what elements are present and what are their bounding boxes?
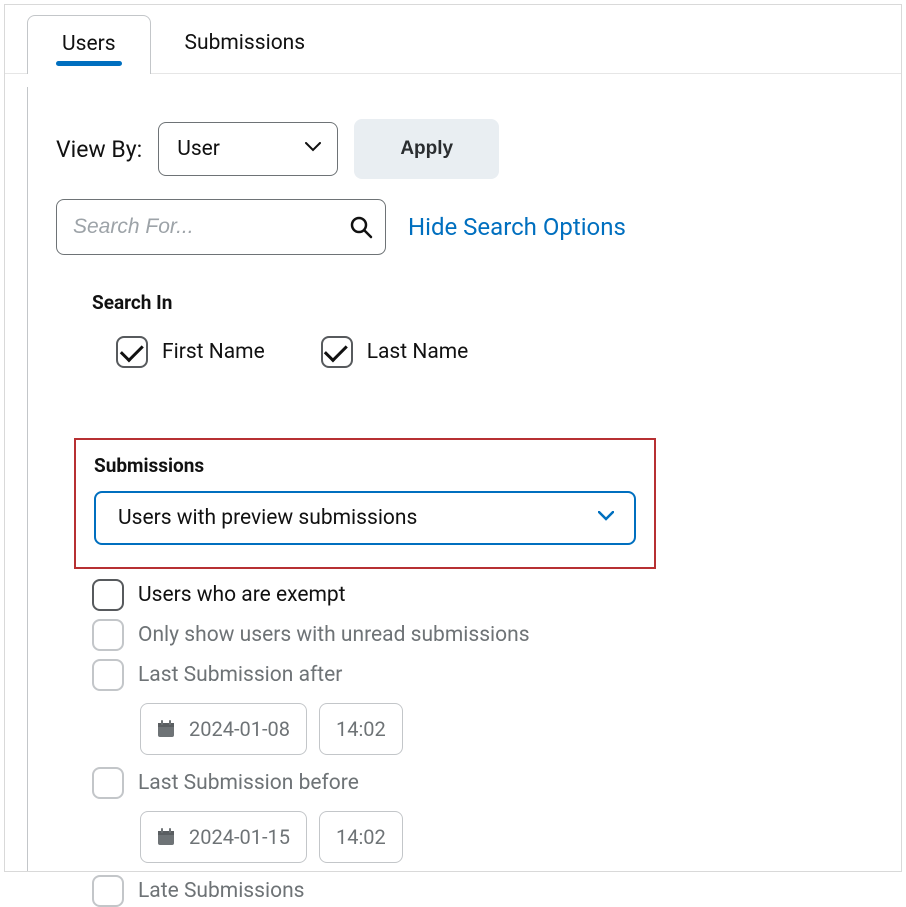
- before-date-row: 2024-01-15 14:02: [92, 811, 873, 863]
- filter-before: Last Submission before: [92, 767, 873, 799]
- tab-submissions[interactable]: Submissions: [151, 15, 340, 74]
- after-date-value: 2024-01-08: [189, 717, 290, 741]
- late-label: Late Submissions: [138, 879, 305, 903]
- search-row: Hide Search Options: [56, 199, 873, 255]
- hide-search-options-link[interactable]: Hide Search Options: [408, 213, 626, 241]
- after-date-row: 2024-01-08 14:02: [92, 703, 873, 755]
- last-name-option: Last Name: [321, 336, 469, 368]
- first-name-option: First Name: [116, 336, 265, 368]
- submissions-select[interactable]: Users with preview submissions: [94, 491, 636, 545]
- filter-exempt: Users who are exempt: [92, 579, 873, 611]
- tab-users[interactable]: Users: [27, 15, 151, 74]
- calendar-icon: [157, 828, 175, 846]
- chevron-down-icon: [598, 511, 612, 525]
- filter-after: Last Submission after: [92, 659, 873, 691]
- submissions-label: Submissions: [94, 454, 636, 477]
- tabs-bar: Users Submissions: [5, 5, 901, 74]
- before-date-value: 2024-01-15: [189, 825, 290, 849]
- submissions-selected: Users with preview submissions: [118, 506, 417, 530]
- after-time-value: 14:02: [336, 717, 386, 741]
- submissions-highlight: Submissions Users with preview submissio…: [74, 438, 656, 569]
- after-time-input[interactable]: 14:02: [319, 703, 403, 755]
- before-time-value: 14:02: [336, 825, 386, 849]
- content-inner: View By: User Apply Hi: [28, 87, 901, 907]
- calendar-icon: [157, 720, 175, 738]
- view-by-selected: User: [177, 137, 220, 161]
- first-name-checkbox[interactable]: [116, 336, 148, 368]
- first-name-label: First Name: [162, 340, 265, 364]
- after-checkbox[interactable]: [92, 659, 124, 691]
- tab-label: Users: [62, 32, 116, 56]
- after-date-input[interactable]: 2024-01-08: [140, 703, 307, 755]
- exempt-label: Users who are exempt: [138, 583, 346, 607]
- tab-label: Submissions: [185, 31, 306, 55]
- search-in-options: First Name Last Name: [92, 336, 873, 368]
- unread-checkbox[interactable]: [92, 619, 124, 651]
- before-time-input[interactable]: 14:02: [319, 811, 403, 863]
- chevron-down-icon: [305, 142, 319, 156]
- search-box[interactable]: [56, 199, 386, 255]
- last-name-label: Last Name: [367, 340, 469, 364]
- apply-button[interactable]: Apply: [354, 119, 499, 179]
- filter-unread: Only show users with unread submissions: [92, 619, 873, 651]
- last-name-checkbox[interactable]: [321, 336, 353, 368]
- before-checkbox[interactable]: [92, 767, 124, 799]
- search-in-section: Search In First Name Last Name: [56, 291, 873, 368]
- panel-container: Users Submissions View By: User Apply: [4, 4, 902, 872]
- search-in-label: Search In: [92, 291, 873, 314]
- content-area: View By: User Apply Hi: [27, 87, 901, 871]
- search-icon[interactable]: [349, 215, 373, 239]
- after-label: Last Submission after: [138, 663, 342, 687]
- apply-label: Apply: [400, 138, 453, 159]
- view-by-select[interactable]: User: [158, 122, 338, 176]
- filter-list: Users who are exempt Only show users wit…: [56, 579, 873, 907]
- before-label: Last Submission before: [138, 771, 359, 795]
- before-date-input[interactable]: 2024-01-15: [140, 811, 307, 863]
- late-checkbox[interactable]: [92, 875, 124, 907]
- search-input[interactable]: [71, 214, 349, 240]
- view-by-row: View By: User Apply: [56, 119, 873, 179]
- filter-late: Late Submissions: [92, 875, 873, 907]
- view-by-label: View By:: [56, 136, 142, 163]
- exempt-checkbox[interactable]: [92, 579, 124, 611]
- unread-label: Only show users with unread submissions: [138, 623, 530, 647]
